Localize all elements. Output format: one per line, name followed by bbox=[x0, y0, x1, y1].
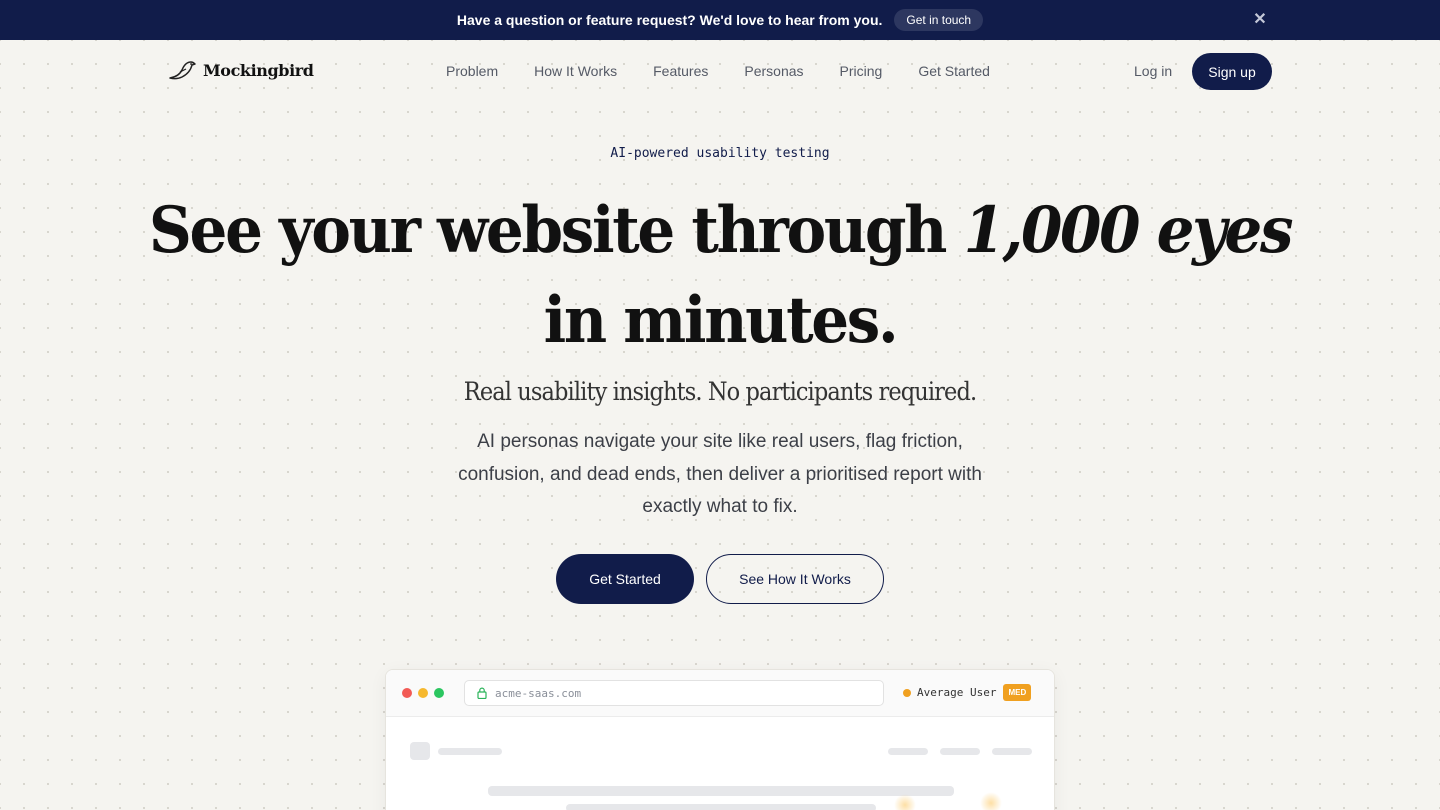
skeleton-nav-1 bbox=[888, 748, 928, 755]
window-minimize-dot bbox=[418, 688, 428, 698]
friction-hotspot bbox=[894, 794, 916, 810]
nav-pricing[interactable]: Pricing bbox=[840, 63, 883, 79]
mockup-url: acme-saas.com bbox=[495, 686, 582, 700]
persona-status-dot bbox=[903, 688, 911, 697]
lock-icon bbox=[477, 687, 487, 699]
announcement-bar: Have a question or feature request? We'd… bbox=[0, 0, 1440, 40]
close-icon[interactable]: ✕ bbox=[1252, 12, 1268, 28]
get-started-button[interactable]: Get Started bbox=[556, 554, 694, 604]
main-nav: Problem How It Works Features Personas P… bbox=[446, 63, 1026, 79]
headline-emphasis: 1,000 eyes bbox=[963, 193, 1293, 268]
hero-headline: See your website through 1,000 eyes in m… bbox=[50, 186, 1389, 366]
logo-wordmark: Mockingbird bbox=[203, 60, 314, 80]
site-header: Mockingbird Problem How It Works Feature… bbox=[0, 40, 1440, 104]
persona-indicator: Average User MED bbox=[903, 684, 1032, 701]
nav-how-it-works[interactable]: How It Works bbox=[534, 63, 617, 79]
skeleton-nav-2 bbox=[940, 748, 980, 755]
see-how-it-works-button[interactable]: See How It Works bbox=[706, 554, 884, 604]
nav-features[interactable]: Features bbox=[653, 63, 708, 79]
mockup-toolbar: acme-saas.com Average User MED bbox=[386, 670, 1054, 717]
window-maximize-dot bbox=[434, 688, 444, 698]
skeleton-logo bbox=[410, 742, 430, 760]
bird-icon bbox=[169, 61, 196, 80]
persona-label: Average User bbox=[917, 686, 997, 699]
headline-part2: in minutes. bbox=[543, 283, 899, 358]
logo[interactable]: Mockingbird bbox=[168, 58, 314, 82]
nav-personas[interactable]: Personas bbox=[744, 63, 803, 79]
skeleton-nav-3 bbox=[992, 748, 1032, 755]
hero-eyebrow: AI-powered usability testing bbox=[610, 146, 830, 161]
announcement-message: Have a question or feature request? We'd… bbox=[456, 12, 883, 28]
skeleton-heading bbox=[488, 786, 954, 796]
persona-badge: MED bbox=[1003, 684, 1032, 701]
friction-hotspot bbox=[980, 792, 1002, 810]
nav-get-started[interactable]: Get Started bbox=[918, 63, 990, 79]
get-in-touch-button[interactable]: Get in touch bbox=[894, 9, 984, 31]
hero-body: AI personas navigate your site like real… bbox=[458, 431, 982, 517]
headline-part1: See your website through bbox=[148, 193, 964, 268]
skeleton-subheading bbox=[566, 804, 876, 810]
mockup-url-bar: acme-saas.com bbox=[464, 680, 884, 706]
skeleton-brand bbox=[438, 748, 502, 755]
nav-problem[interactable]: Problem bbox=[446, 63, 498, 79]
login-link[interactable]: Log in bbox=[1134, 63, 1172, 79]
browser-mockup: acme-saas.com Average User MED bbox=[385, 669, 1055, 810]
hero-subhead: Real usability insights. No participants… bbox=[463, 377, 977, 406]
signup-button[interactable]: Sign up bbox=[1192, 53, 1272, 90]
window-close-dot bbox=[402, 688, 412, 698]
